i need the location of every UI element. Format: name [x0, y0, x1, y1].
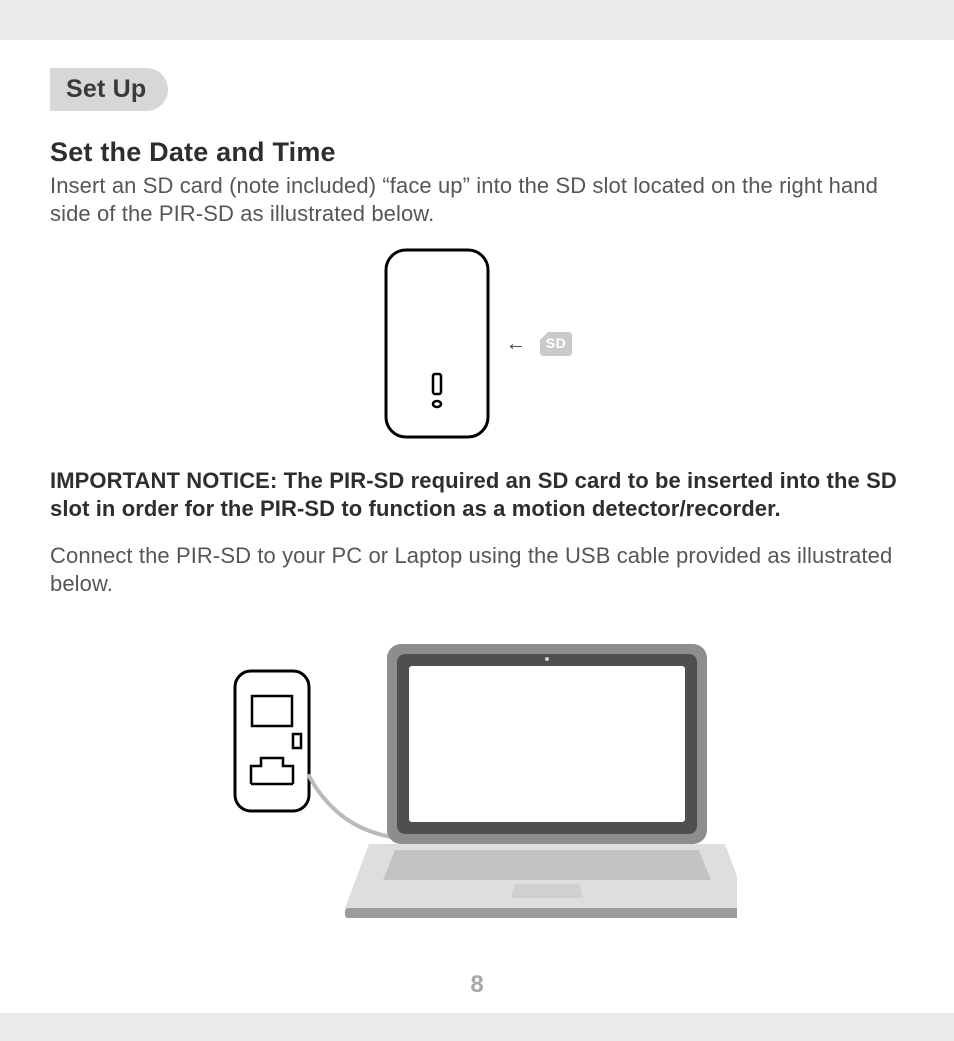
sd-card-icon: SD	[540, 332, 572, 356]
bottom-band	[0, 1013, 954, 1041]
sd-card-notch	[540, 332, 548, 340]
top-band	[0, 0, 954, 40]
page-number: 8	[0, 971, 954, 999]
page-content: Set Up Set the Date and Time Insert an S…	[0, 40, 954, 926]
illustration-sd-insert: ← SD	[50, 246, 904, 441]
arrow-left-icon: ←	[506, 334, 526, 354]
illustration-connect-laptop	[50, 626, 904, 926]
pir-to-laptop-icon	[217, 626, 737, 926]
section-tab: Set Up	[50, 68, 168, 111]
pir-device-front-icon	[382, 246, 492, 441]
intro-paragraph: Insert an SD card (note included) “face …	[50, 172, 904, 228]
heading-set-date-time: Set the Date and Time	[50, 137, 904, 168]
connect-paragraph: Connect the PIR-SD to your PC or Laptop …	[50, 542, 904, 598]
sd-card-label: SD	[546, 335, 566, 351]
important-notice: IMPORTANT NOTICE: The PIR-SD required an…	[50, 467, 904, 523]
